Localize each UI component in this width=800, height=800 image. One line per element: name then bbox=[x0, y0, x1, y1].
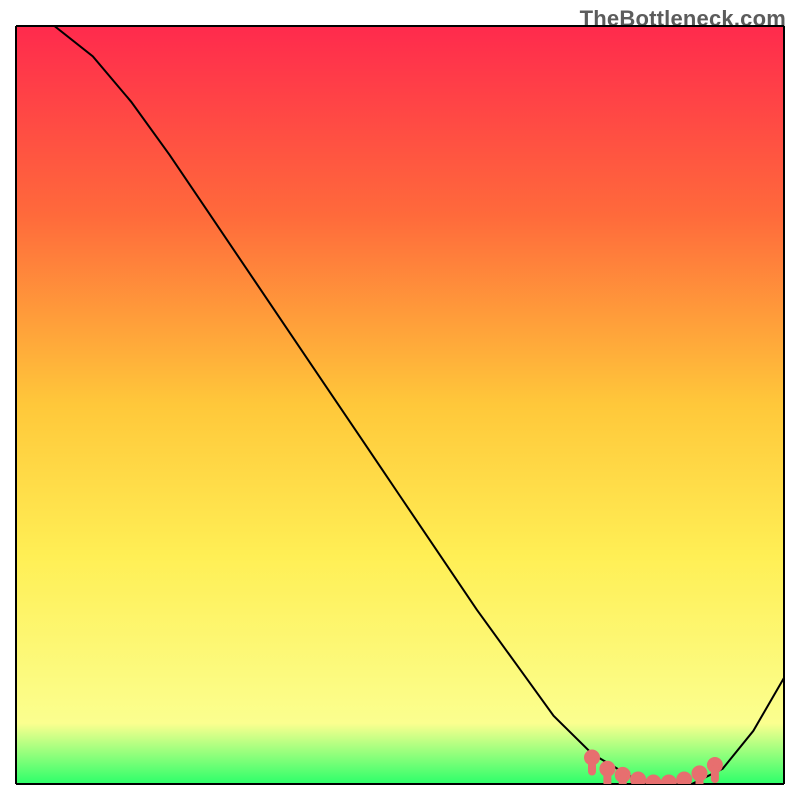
heat-gradient-background bbox=[16, 26, 784, 784]
bottleneck-chart bbox=[0, 0, 800, 800]
chart-container: TheBottleneck.com bbox=[0, 0, 800, 800]
